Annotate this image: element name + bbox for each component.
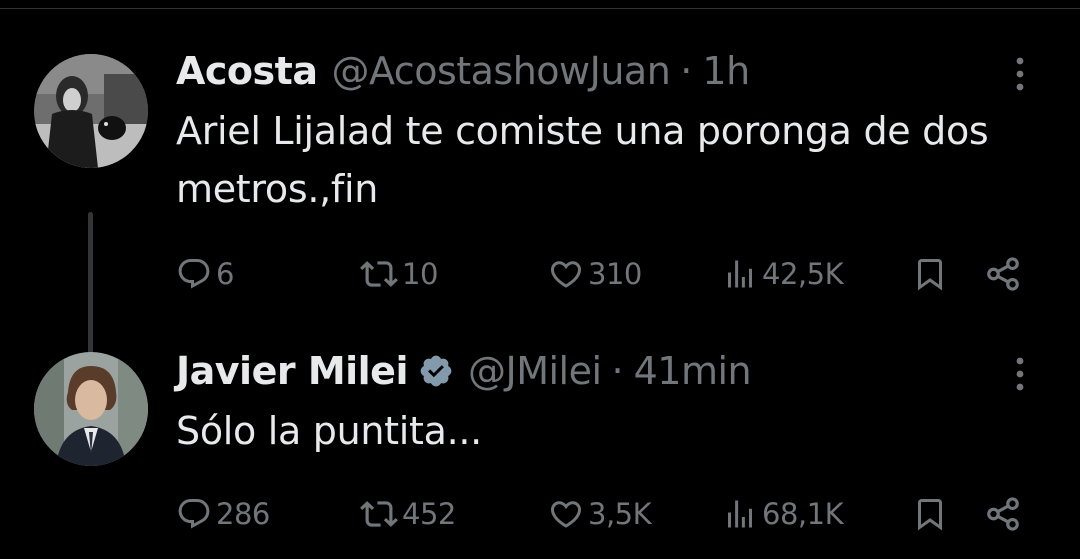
- top-divider: [0, 0, 1080, 9]
- share-button[interactable]: [984, 252, 1022, 296]
- views-icon: [728, 500, 752, 528]
- retweet-icon: [360, 261, 398, 287]
- more-icon[interactable]: [1008, 354, 1032, 394]
- more-icon[interactable]: [1008, 54, 1032, 94]
- retweet-button[interactable]: 10: [360, 252, 438, 296]
- retweet-count: 10: [402, 257, 438, 291]
- reply-count: 6: [216, 257, 234, 291]
- share-button[interactable]: [984, 492, 1022, 536]
- tweet[interactable]: Javier Milei @JMilei · 41min Sólo la pun…: [0, 340, 1080, 559]
- like-button[interactable]: 310: [548, 252, 642, 296]
- tweet-header: Acosta @AcostashowJuan · 1h: [176, 46, 750, 96]
- bookmark-icon: [918, 259, 942, 291]
- views-icon: [728, 260, 752, 288]
- avatar[interactable]: [34, 54, 148, 168]
- tweet-text: Sólo la puntita...: [176, 409, 482, 453]
- verified-badge-icon[interactable]: [418, 353, 454, 389]
- like-icon: [550, 501, 582, 528]
- views-count: 68,1K: [762, 497, 844, 531]
- bookmark-button[interactable]: [912, 492, 948, 536]
- action-bar: 6 10 310 42,5K: [176, 252, 1036, 296]
- views-button[interactable]: 68,1K: [722, 492, 844, 536]
- timestamp[interactable]: 41min: [634, 349, 752, 393]
- tweet-text: Ariel Lijalad te comiste una poronga de …: [176, 109, 989, 211]
- tweet[interactable]: Acosta @AcostashowJuan · 1h Ariel Lijala…: [0, 40, 1080, 382]
- views-count: 42,5K: [762, 257, 844, 291]
- display-name[interactable]: Javier Milei: [176, 349, 408, 393]
- reply-icon: [178, 259, 210, 289]
- display-name[interactable]: Acosta: [176, 49, 318, 93]
- bookmark-button[interactable]: [912, 252, 948, 296]
- like-icon: [550, 261, 582, 288]
- avatar[interactable]: [34, 352, 148, 466]
- bookmark-icon: [918, 499, 942, 531]
- like-button[interactable]: 3,5K: [548, 492, 652, 536]
- timestamp[interactable]: 1h: [702, 49, 750, 93]
- share-icon: [987, 257, 1019, 291]
- retweet-count: 452: [402, 497, 456, 531]
- separator: ·: [680, 49, 693, 93]
- retweet-icon: [360, 501, 398, 527]
- reply-icon: [178, 499, 210, 529]
- like-count: 310: [588, 257, 642, 291]
- action-bar: 286 452 3,5K 68,1K: [176, 492, 1036, 536]
- handle[interactable]: @JMilei: [468, 349, 602, 393]
- reply-button[interactable]: 6: [176, 252, 234, 296]
- like-count: 3,5K: [588, 497, 652, 531]
- views-button[interactable]: 42,5K: [722, 252, 844, 296]
- handle[interactable]: @AcostashowJuan: [331, 49, 670, 93]
- retweet-button[interactable]: 452: [360, 492, 456, 536]
- reply-count: 286: [216, 497, 270, 531]
- separator: ·: [611, 349, 624, 393]
- tweet-header: Javier Milei @JMilei · 41min: [176, 346, 752, 396]
- reply-button[interactable]: 286: [176, 492, 270, 536]
- share-icon: [987, 497, 1019, 531]
